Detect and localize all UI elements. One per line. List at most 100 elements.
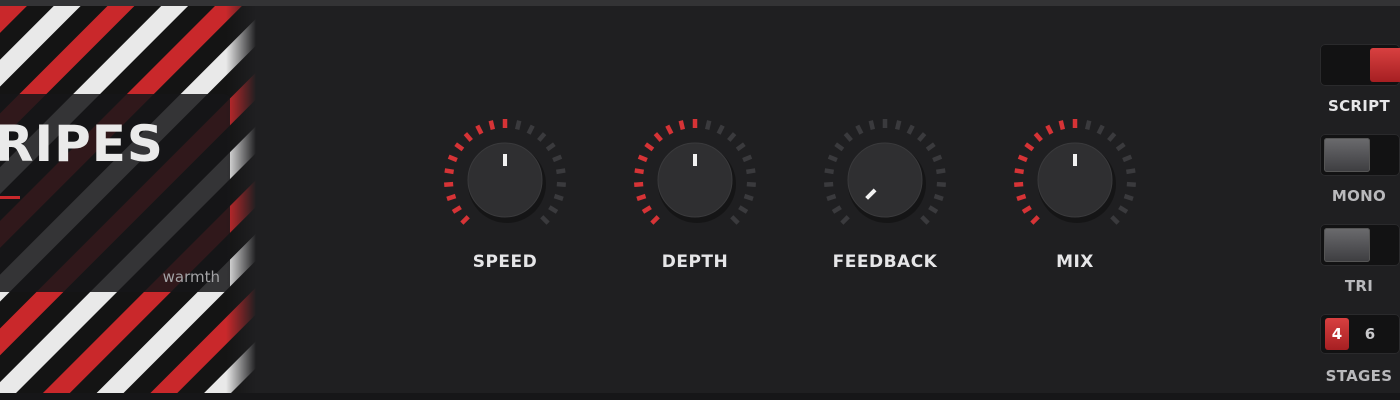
- knob-tick: [637, 154, 648, 163]
- artwork-fade: [226, 6, 256, 393]
- knob-tick: [936, 168, 946, 175]
- knob-tick: [634, 181, 644, 188]
- knob-tick: [868, 120, 876, 130]
- knob-tick: [906, 124, 915, 135]
- knob-tick: [460, 215, 470, 225]
- knob-tick: [488, 120, 496, 130]
- knob-tick: [665, 124, 674, 135]
- knob-tick: [840, 215, 850, 225]
- mix-dial[interactable]: [1005, 112, 1145, 242]
- knob-tick: [553, 193, 564, 201]
- mono-toggle-thumb[interactable]: [1324, 138, 1370, 172]
- knob-tick: [855, 124, 864, 135]
- knob-tick: [1123, 193, 1134, 201]
- knob-speed[interactable]: SPEED: [435, 112, 575, 282]
- knob-tick: [1024, 142, 1035, 152]
- knob-tick: [548, 205, 559, 214]
- depth-dial[interactable]: [625, 112, 765, 242]
- knob-tick: [540, 215, 550, 225]
- tri-toggle-thumb[interactable]: [1324, 228, 1370, 262]
- knob-depth[interactable]: DEPTH: [625, 112, 765, 282]
- knob-tick: [1014, 168, 1024, 175]
- knob-tick: [451, 205, 462, 214]
- script-toggle[interactable]: [1320, 44, 1400, 86]
- knob-tick: [475, 124, 484, 135]
- knob-tick: [730, 215, 740, 225]
- knob-tick: [1107, 132, 1117, 142]
- knob-tick: [735, 142, 746, 152]
- knob-tick: [678, 120, 686, 130]
- bottom-border: [0, 393, 1400, 400]
- switch-column: SCRIPT MONO TRI 4 6 STAGES: [1318, 0, 1400, 400]
- knob-tick: [704, 120, 712, 130]
- knob-tick: [463, 132, 473, 142]
- knob-tick: [1058, 120, 1066, 130]
- knob-tick: [444, 181, 454, 188]
- knob-tick: [556, 181, 566, 188]
- knob-tick: [932, 154, 943, 163]
- knob-tick: [1017, 154, 1028, 163]
- knob-tick: [925, 142, 936, 152]
- plugin-subtitle: warmth: [162, 268, 220, 286]
- knob-tick: [514, 120, 522, 130]
- knob-tick: [454, 142, 465, 152]
- knob-tick: [537, 132, 547, 142]
- knob-tick: [716, 124, 725, 135]
- mono-toggle[interactable]: [1320, 134, 1400, 176]
- knob-tick: [742, 154, 753, 163]
- stages-option-6[interactable]: 6: [1358, 318, 1382, 350]
- knob-tick: [928, 205, 939, 214]
- knob-tick: [743, 193, 754, 201]
- knob-tick: [1115, 142, 1126, 152]
- knob-tick: [1126, 181, 1136, 188]
- knob-tick: [1033, 132, 1043, 142]
- knob-tick: [834, 142, 845, 152]
- knob-tick: [843, 132, 853, 142]
- knob-tick: [641, 205, 652, 214]
- knob-tick: [727, 132, 737, 142]
- knob-tick: [552, 154, 563, 163]
- title-underline: [0, 196, 20, 199]
- knob-tick: [827, 154, 838, 163]
- knob-tick: [936, 181, 946, 188]
- knob-tick: [824, 181, 834, 188]
- knob-tick: [1021, 205, 1032, 214]
- knob-tick: [746, 168, 756, 175]
- knob-tick: [738, 205, 749, 214]
- knob-tick: [653, 132, 663, 142]
- knob-tick: [917, 132, 927, 142]
- knob-tick: [1110, 215, 1120, 225]
- stages-selector[interactable]: 4 6: [1320, 314, 1400, 354]
- speed-dial[interactable]: [435, 112, 575, 242]
- knob-tick: [1030, 215, 1040, 225]
- stages-label: STAGES: [1325, 367, 1393, 385]
- knob-tick: [1096, 124, 1105, 135]
- knob-tick: [831, 205, 842, 214]
- knob-tick: [526, 124, 535, 135]
- knob-mix[interactable]: MIX: [1005, 112, 1145, 282]
- knob-tick: [636, 193, 647, 201]
- knob-tick: [1118, 205, 1129, 214]
- knob-tick: [446, 193, 457, 201]
- stages-option-4[interactable]: 4: [1325, 318, 1349, 350]
- script-label: SCRIPT: [1328, 97, 1390, 115]
- knob-label-mix: MIX: [1056, 252, 1094, 272]
- knob-tick: [444, 168, 454, 175]
- knob-tick: [545, 142, 556, 152]
- knob-tick: [650, 215, 660, 225]
- feedback-dial[interactable]: [815, 112, 955, 242]
- knob-tick: [634, 168, 644, 175]
- knob-feedback[interactable]: FEEDBACK: [815, 112, 955, 282]
- knob-tick: [826, 193, 837, 201]
- knob-tick: [1126, 168, 1136, 175]
- knob-tick: [920, 215, 930, 225]
- script-toggle-thumb[interactable]: [1370, 48, 1400, 82]
- knob-tick: [1045, 124, 1054, 135]
- knob-tick: [824, 168, 834, 175]
- knob-tick: [644, 142, 655, 152]
- knob-tick: [894, 120, 902, 130]
- plugin-title: RIPES: [0, 115, 164, 173]
- knob-tick: [746, 181, 756, 188]
- mono-label: MONO: [1331, 187, 1387, 205]
- tri-toggle[interactable]: [1320, 224, 1400, 266]
